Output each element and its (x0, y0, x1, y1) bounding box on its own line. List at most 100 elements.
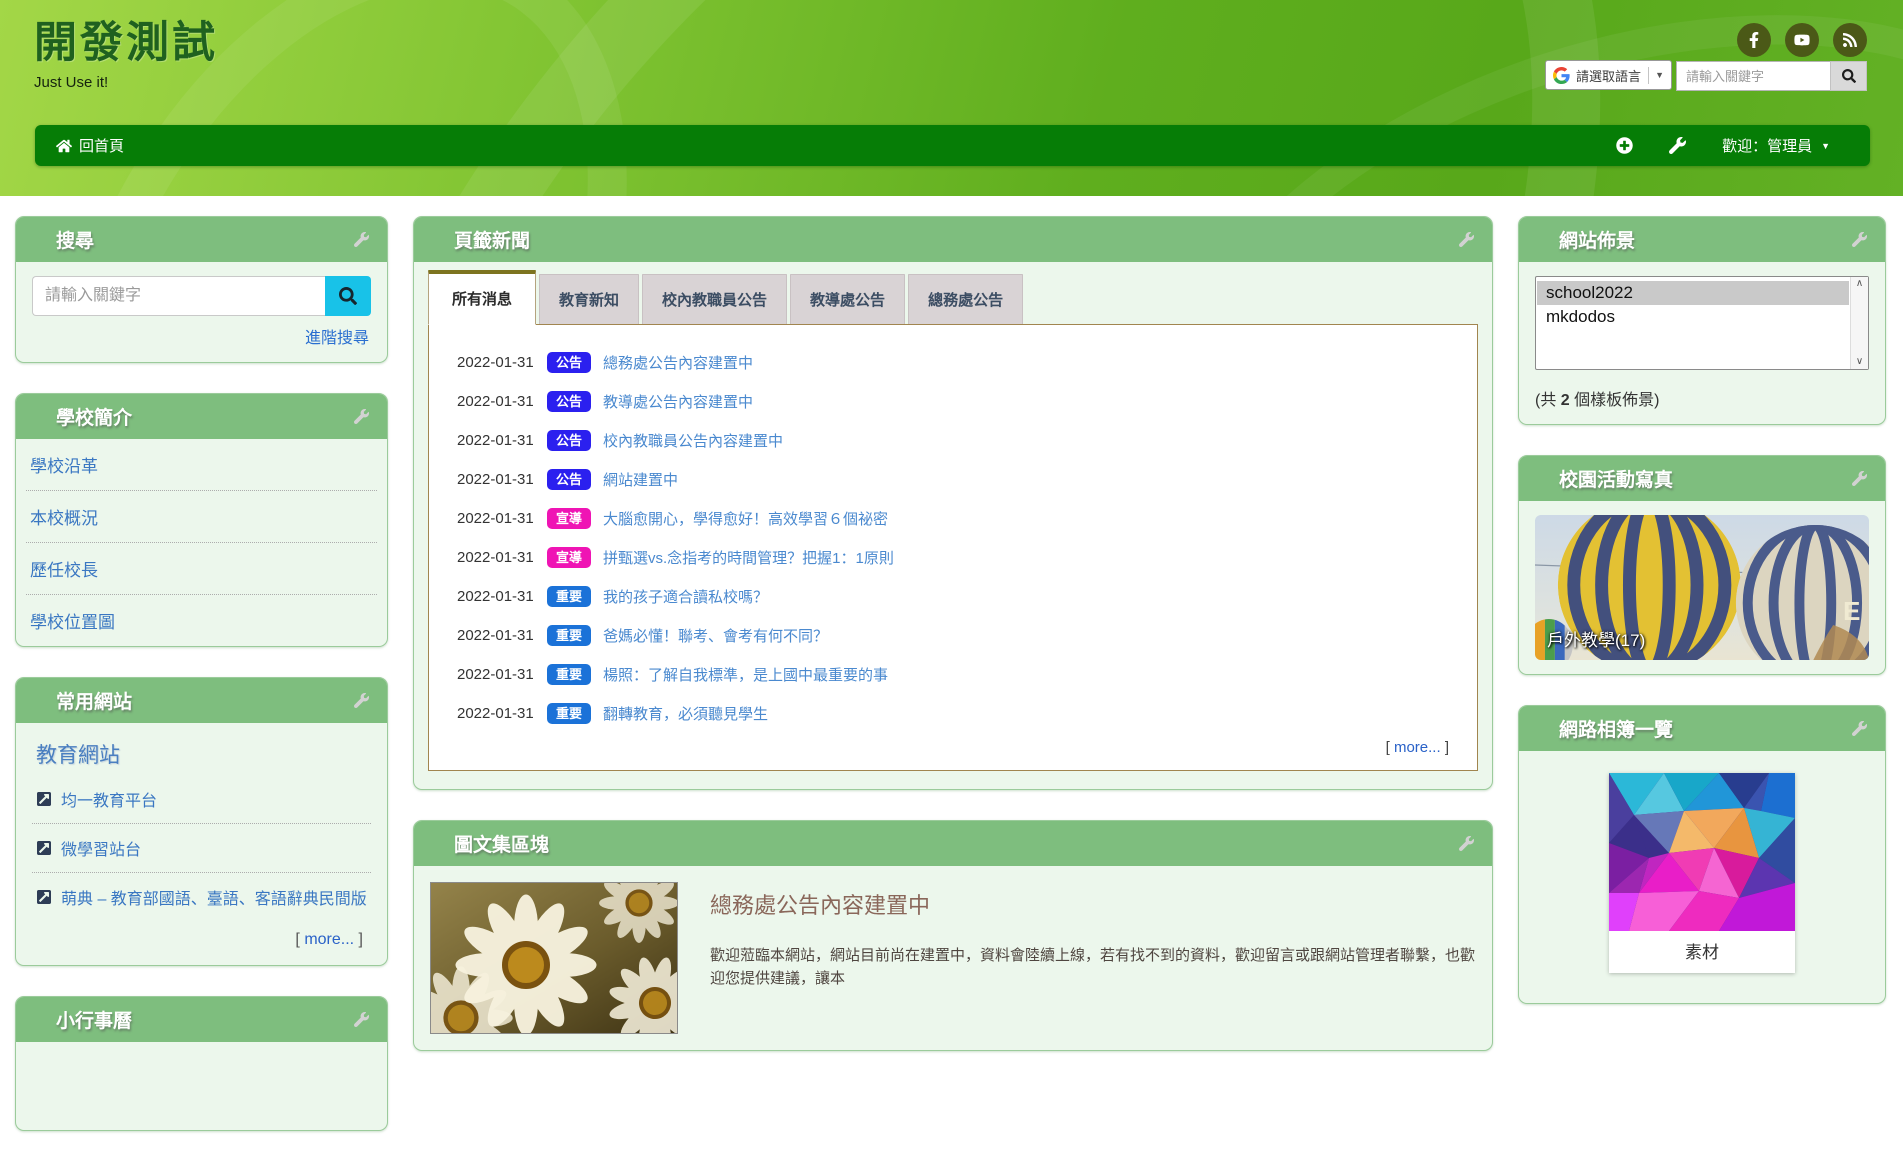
news-row: 2022-01-31 公告 總務處公告內容建置中 (457, 349, 1449, 376)
news-link[interactable]: 我的孩子適合讀私校嗎？ (603, 589, 768, 606)
status-badge: 重要 (547, 664, 591, 685)
calendar-body (16, 1042, 387, 1130)
search-block-header: 搜尋 (16, 217, 387, 262)
news-link[interactable]: 網站建置中 (603, 472, 678, 489)
wrench-icon[interactable] (1459, 836, 1474, 851)
tab-staff-announcements[interactable]: 校內教職員公告 (642, 274, 787, 324)
theme-option-selected[interactable]: school2022 (1537, 281, 1849, 305)
intro-link[interactable]: 學校位置圖 (30, 613, 115, 632)
advanced-search-link[interactable]: 進階搜尋 (305, 330, 369, 347)
block-title: 小行事曆 (56, 1006, 132, 1033)
caret-down-icon: ▼ (1821, 141, 1830, 151)
page-header: 開發測試 Just Use it! 請選取語言 ▼ 回首頁 歡迎：管理員 ▼ (0, 0, 1903, 196)
scroll-up-icon[interactable]: ∧ (1856, 279, 1863, 289)
status-badge: 公告 (547, 430, 591, 451)
tab-academic-announcements[interactable]: 教導處公告 (790, 274, 905, 324)
rss-icon[interactable] (1833, 23, 1867, 57)
news-row: 2022-01-31 宣導 大腦愈開心，學得愈好！高效學習６個祕密 (457, 505, 1449, 532)
intro-link[interactable]: 本校概況 (30, 509, 98, 528)
news-link[interactable]: 校內教職員公告內容建置中 (603, 433, 783, 450)
site-link[interactable]: 均一教育平台 (61, 787, 157, 811)
wrench-icon[interactable] (1852, 471, 1867, 486)
news-date: 2022-01-31 (457, 432, 541, 449)
news-row: 2022-01-31 公告 校內教職員公告內容建置中 (457, 427, 1449, 454)
news-row: 2022-01-31 重要 爸媽必懂！聯考、會考有何不同？ (457, 622, 1449, 649)
block-title: 網路相簿一覽 (1559, 715, 1673, 742)
news-row: 2022-01-31 公告 教導處公告內容建置中 (457, 388, 1449, 415)
site-link[interactable]: 萌典 – 教育部國語、臺語、客語辭典民間版 (61, 885, 367, 909)
photo-caption: 戶外教學(17) (1547, 626, 1645, 651)
sidebar-search-button[interactable] (325, 276, 371, 316)
gallery-block: 圖文集區塊 總務處公告內 (413, 820, 1493, 1051)
tab-all-news[interactable]: 所有消息 (428, 270, 536, 325)
web-albums-header: 網路相簿一覽 (1519, 706, 1885, 751)
scroll-down-icon[interactable]: ∨ (1856, 357, 1863, 367)
status-badge: 重要 (547, 703, 591, 724)
site-link[interactable]: 微學習站台 (61, 836, 141, 860)
wrench-icon[interactable] (354, 409, 369, 424)
news-link[interactable]: 教導處公告內容建置中 (603, 394, 753, 411)
listbox-scrollbar[interactable]: ∧ ∨ (1850, 277, 1868, 369)
header-search-button[interactable] (1830, 61, 1867, 91)
more-link[interactable]: more... (1394, 739, 1441, 756)
translate-label: 請選取語言 (1576, 66, 1641, 85)
campus-photos-header: 校園活動寫真 (1519, 456, 1885, 501)
wrench-icon[interactable] (354, 232, 369, 247)
news-block: 頁籤新聞 所有消息 教育新知 校內教職員公告 教導處公告 總務處公告 2022-… (413, 216, 1493, 790)
album-card[interactable]: 素材 (1609, 773, 1795, 973)
wrench-icon[interactable] (354, 693, 369, 708)
intro-link[interactable]: 學校沿革 (30, 457, 98, 476)
sidebar-search-input[interactable] (32, 276, 325, 316)
wrench-icon[interactable] (1852, 721, 1867, 736)
news-row: 2022-01-31 重要 翻轉教育，必須聽見學生 (457, 700, 1449, 727)
intro-link[interactable]: 歷任校長 (30, 561, 98, 580)
gallery-thumbnail-daisies[interactable] (430, 882, 678, 1034)
google-translate-select[interactable]: 請選取語言 ▼ (1545, 60, 1672, 90)
photo-thumbnail-balloons[interactable]: E 戶外教學(17) (1535, 515, 1869, 660)
main-navbar: 回首頁 歡迎：管理員 ▼ (35, 125, 1870, 166)
search-icon (1842, 69, 1856, 83)
status-badge: 公告 (547, 469, 591, 490)
news-link[interactable]: 楊照：了解自我標準，是上國中最重要的事 (603, 667, 888, 684)
left-sidebar: 搜尋 進階搜尋 學校簡介 學校沿革 本校概況 歷任 (15, 216, 388, 1161)
plus-circle-icon[interactable] (1616, 137, 1633, 154)
search-block-body: 進階搜尋 (16, 262, 387, 362)
theme-option[interactable]: mkdodos (1537, 305, 1849, 329)
header-search-input[interactable] (1676, 61, 1830, 91)
common-sites-header: 常用網站 (16, 678, 387, 723)
tab-general-affairs[interactable]: 總務處公告 (908, 274, 1023, 324)
news-link[interactable]: 翻轉教育，必須聽見學生 (603, 706, 768, 723)
more-link[interactable]: more... (304, 931, 354, 948)
news-link[interactable]: 爸媽必懂！聯考、會考有何不同？ (603, 628, 828, 645)
wrench-icon[interactable] (354, 1012, 369, 1027)
article-text: 歡迎蒞臨本網站，網站目前尚在建置中，資料會陸續上線，若有找不到的資料，歡迎留言或… (710, 944, 1476, 991)
list-item: 萌典 – 教育部國語、臺語、客語辭典民間版 (32, 873, 371, 921)
gallery-article: 總務處公告內容建置中 歡迎蒞臨本網站，網站目前尚在建置中，資料會陸續上線，若有找… (710, 882, 1476, 1034)
news-link[interactable]: 總務處公告內容建置中 (603, 355, 753, 372)
bracket: [ (1386, 739, 1394, 756)
article-title[interactable]: 總務處公告內容建置中 (710, 888, 1476, 920)
news-date: 2022-01-31 (457, 588, 541, 605)
tab-education-news[interactable]: 教育新知 (539, 274, 639, 324)
wrench-icon[interactable] (1669, 137, 1686, 154)
facebook-icon[interactable] (1737, 23, 1771, 57)
status-badge: 公告 (547, 391, 591, 412)
news-link[interactable]: 拼甄選vs.念指考的時間管理？把握1：1原則 (603, 550, 894, 567)
content-area: 搜尋 進階搜尋 學校簡介 學校沿革 本校概況 歷任 (0, 196, 1903, 1161)
welcome-label: 歡迎：管理員 (1722, 135, 1812, 156)
list-item: 本校概況 (26, 491, 377, 543)
wrench-icon[interactable] (1459, 232, 1474, 247)
wrench-icon[interactable] (1852, 232, 1867, 247)
calendar-header: 小行事曆 (16, 997, 387, 1042)
web-albums-body: 素材 (1519, 751, 1885, 1003)
theme-listbox[interactable]: school2022 mkdodos ∧ ∨ (1535, 276, 1869, 370)
school-intro-header: 學校簡介 (16, 394, 387, 439)
user-menu[interactable]: 歡迎：管理員 ▼ (1722, 135, 1830, 156)
block-title: 網站佈景 (1559, 226, 1635, 253)
nav-home-link[interactable]: 回首頁 (35, 135, 145, 156)
list-item: 微學習站台 (32, 824, 371, 873)
block-title: 圖文集區塊 (454, 830, 549, 857)
youtube-icon[interactable] (1785, 23, 1819, 57)
navbar-right: 歡迎：管理員 ▼ (1616, 135, 1870, 156)
news-link[interactable]: 大腦愈開心，學得愈好！高效學習６個祕密 (603, 511, 888, 528)
